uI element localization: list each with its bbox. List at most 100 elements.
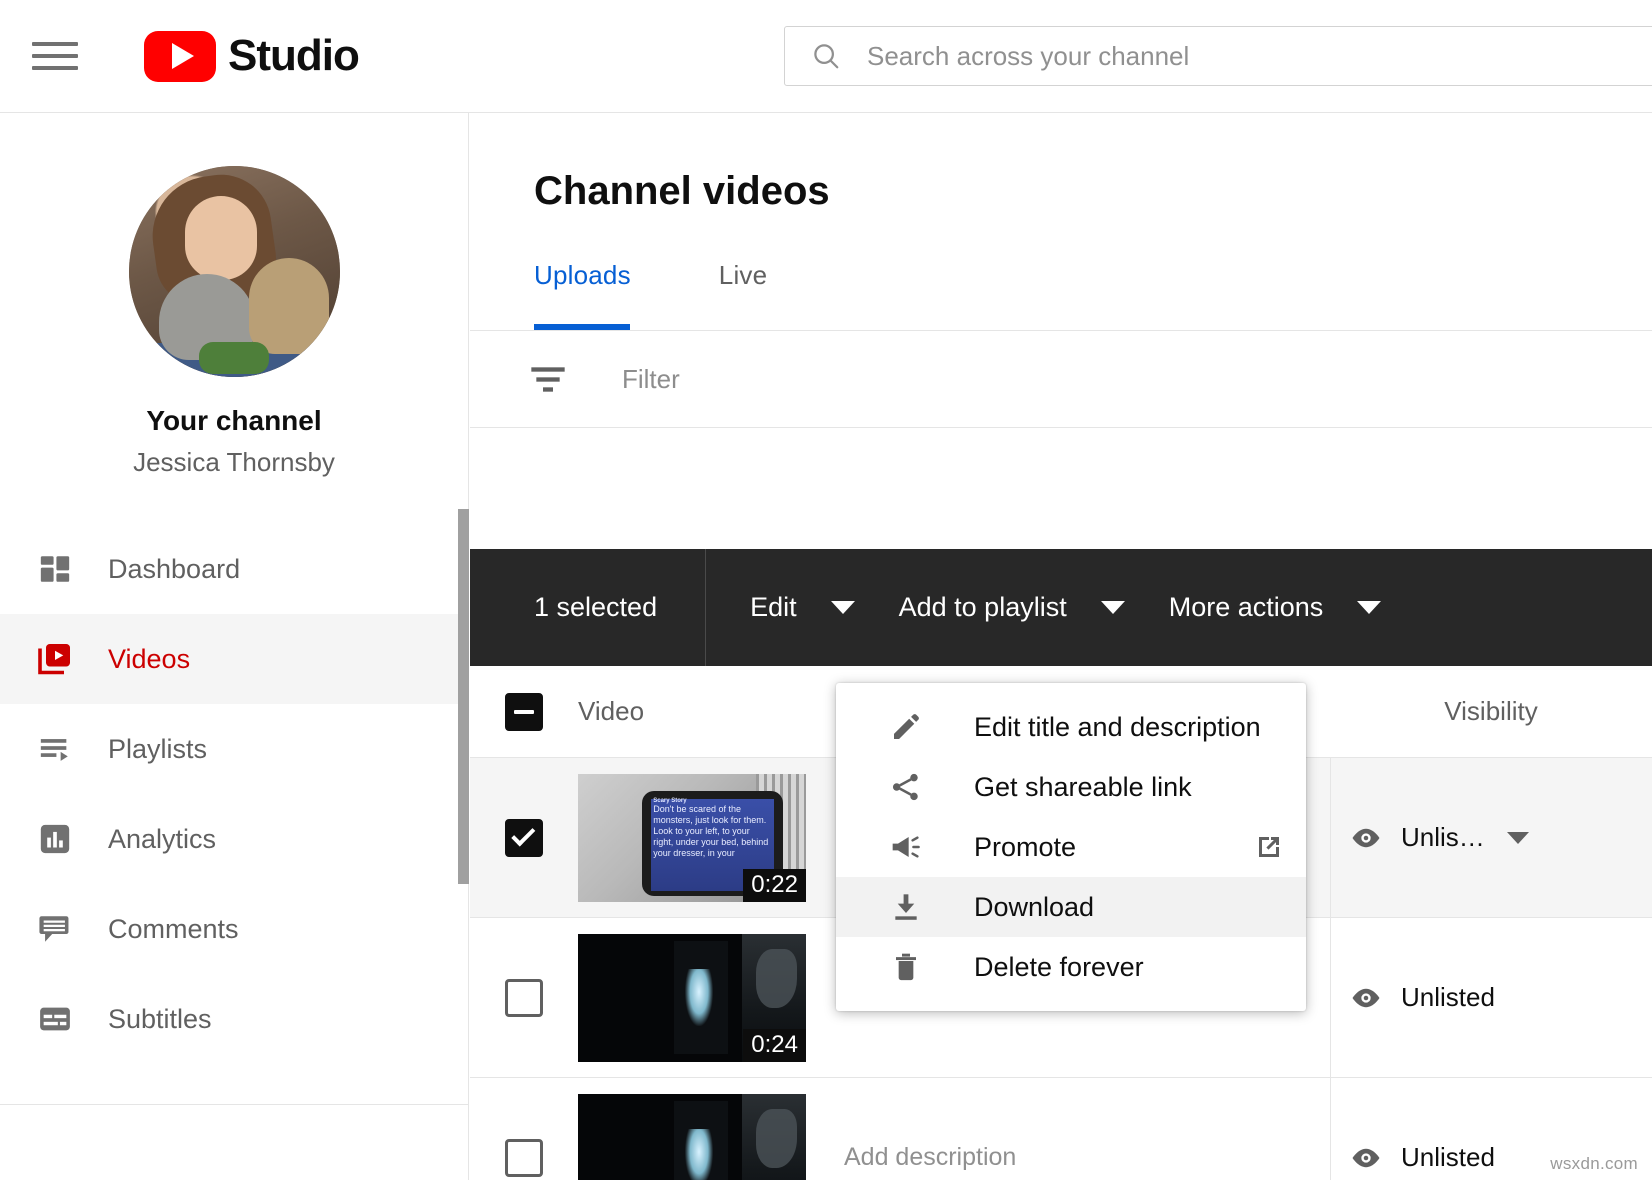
sidebar-item-analytics[interactable]: Analytics: [0, 794, 468, 884]
youtube-studio-app: Studio Your channel Jessica Thornsby: [0, 0, 1652, 1180]
sidebar-item-label: Comments: [108, 914, 239, 945]
video-thumbnail[interactable]: 0:24: [578, 934, 806, 1062]
download-icon: [886, 887, 926, 927]
sidebar-scrollbar[interactable]: [458, 509, 469, 884]
sidebar-item-dashboard[interactable]: Dashboard: [0, 524, 468, 614]
sidebar-nav: Dashboard Videos: [0, 524, 468, 1105]
description-placeholder[interactable]: Add description: [844, 1143, 1330, 1172]
edit-dropdown-button[interactable]: Edit: [750, 592, 855, 623]
watermark: wsxdn.com: [1550, 1154, 1638, 1174]
row-checkbox[interactable]: [505, 979, 543, 1017]
menu-item-delete-forever[interactable]: Delete forever: [836, 937, 1306, 997]
chevron-down-icon: [1357, 601, 1381, 614]
video-thumbnail[interactable]: Scary Story Don't be scared of the monst…: [578, 774, 806, 902]
more-actions-label: More actions: [1169, 592, 1324, 623]
sidebar-item-label: Videos: [108, 644, 190, 675]
top-bar: Studio: [0, 0, 1652, 113]
video-duration: 0:22: [743, 869, 806, 902]
tab-uploads[interactable]: Uploads: [534, 260, 631, 330]
external-link-icon: [1254, 832, 1284, 862]
filter-input[interactable]: Filter: [622, 364, 680, 395]
menu-item-label: Edit title and description: [974, 712, 1261, 743]
sidebar-item-comments[interactable]: Comments: [0, 884, 468, 974]
selection-toolbar: 1 selected Edit Add to playlist More act…: [470, 549, 1652, 666]
visibility-label: Unlis…: [1401, 822, 1485, 853]
video-thumbnail[interactable]: 0:20: [578, 1094, 806, 1180]
playlists-icon: [32, 726, 78, 772]
chevron-down-icon: [831, 601, 855, 614]
visibility-cell[interactable]: Unlisted: [1330, 918, 1652, 1077]
youtube-studio-logo[interactable]: Studio: [144, 31, 359, 82]
visibility-label: Unlisted: [1401, 1142, 1495, 1173]
sidebar-item-videos[interactable]: Videos: [0, 614, 468, 704]
row-checkbox[interactable]: [505, 1139, 543, 1177]
sidebar-item-label: Playlists: [108, 734, 207, 765]
table-row[interactable]: 0:20 Add description Unlisted: [470, 1078, 1652, 1180]
thumbnail-cell: 0:20: [578, 1078, 808, 1180]
hamburger-line: [32, 54, 78, 58]
menu-item-promote[interactable]: Promote: [836, 817, 1306, 877]
video-options-context-menu: Edit title and description Get shareable…: [836, 683, 1306, 1011]
hamburger-menu-icon[interactable]: [32, 36, 78, 76]
column-header-visibility: Visibility: [1330, 696, 1652, 727]
select-all-cell: [470, 693, 578, 731]
thumb-shape: [756, 949, 797, 1008]
avatar-foreground-object: [199, 342, 269, 374]
eye-icon: [1349, 821, 1383, 855]
dashboard-icon: [32, 546, 78, 592]
search-bar[interactable]: [784, 26, 1652, 86]
menu-item-label: Promote: [974, 832, 1076, 863]
video-duration: 0:24: [743, 1029, 806, 1062]
tab-live[interactable]: Live: [719, 260, 768, 330]
row-checkbox[interactable]: [505, 819, 543, 857]
sidebar-item-playlists[interactable]: Playlists: [0, 704, 468, 794]
thumbnail-cell: Scary Story Don't be scared of the monst…: [578, 758, 808, 917]
toolbar-divider: [705, 549, 706, 666]
menu-item-download[interactable]: Download: [836, 877, 1306, 937]
hamburger-line: [32, 66, 78, 70]
more-actions-dropdown-button[interactable]: More actions: [1169, 592, 1382, 623]
videos-icon: [32, 636, 78, 682]
search-input[interactable]: [867, 41, 1652, 72]
avatar[interactable]: [129, 166, 340, 377]
sidebar-item-label: Analytics: [108, 824, 216, 855]
logo-text: Studio: [228, 31, 359, 81]
row-checkbox-cell: [470, 918, 578, 1077]
chevron-down-icon[interactable]: [1507, 832, 1529, 844]
indeterminate-mark: [514, 710, 534, 714]
tab-active-underline: [534, 324, 630, 330]
row-checkbox-cell: [470, 1078, 578, 1180]
sidebar-item-subtitles[interactable]: Subtitles: [0, 974, 468, 1064]
select-all-checkbox[interactable]: [505, 693, 543, 731]
thumb-shape: [756, 1109, 797, 1168]
hamburger-line: [32, 42, 78, 46]
thumb-screen-title: Scary Story: [653, 798, 686, 804]
menu-item-label: Get shareable link: [974, 772, 1192, 803]
tabs: Uploads Live: [534, 260, 1652, 330]
add-to-playlist-dropdown-button[interactable]: Add to playlist: [899, 592, 1125, 623]
thumbnail-cell: 0:24: [578, 918, 808, 1077]
subtitles-icon: [32, 996, 78, 1042]
filter-icon[interactable]: [528, 359, 568, 399]
edit-label: Edit: [750, 592, 797, 623]
channel-name: Jessica Thornsby: [0, 447, 468, 478]
sidebar-divider: [0, 1104, 468, 1105]
menu-item-get-shareable-link[interactable]: Get shareable link: [836, 757, 1306, 817]
eye-icon: [1349, 981, 1383, 1015]
play-triangle: [172, 43, 194, 69]
trash-icon: [886, 947, 926, 987]
sidebar-item-label: Dashboard: [108, 554, 240, 585]
menu-item-label: Delete forever: [974, 952, 1144, 983]
analytics-icon: [32, 816, 78, 862]
avatar-face: [185, 196, 257, 280]
thumb-figure: [685, 1129, 712, 1180]
sidebar: Your channel Jessica Thornsby Dashboard: [0, 113, 469, 1180]
share-icon: [886, 767, 926, 807]
sidebar-item-label: Subtitles: [108, 1004, 212, 1035]
filter-bar: Filter: [470, 331, 1652, 428]
menu-item-edit-title-and-description[interactable]: Edit title and description: [836, 697, 1306, 757]
visibility-cell[interactable]: Unlis…: [1330, 758, 1652, 917]
visibility-label: Unlisted: [1401, 982, 1495, 1013]
column-header-video: Video: [578, 696, 644, 727]
comments-icon: [32, 906, 78, 952]
